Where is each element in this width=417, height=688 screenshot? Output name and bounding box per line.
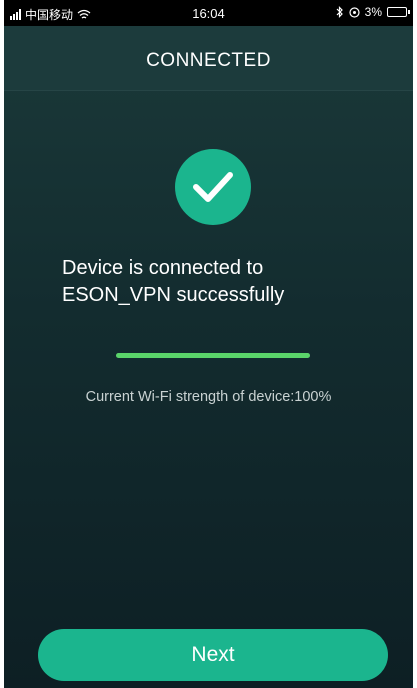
status-right: 3% — [336, 5, 410, 19]
page-title: CONNECTED — [146, 50, 271, 71]
connection-message: Device is connected to ESON_VPN successf… — [62, 255, 392, 309]
wifi-strength-text: Current Wi-Fi strength of device:100% — [85, 389, 332, 405]
bluetooth-icon — [336, 6, 343, 18]
message-line-2: ESON_VPN successfully — [62, 284, 285, 306]
status-bar: 中国移动 16:04 3% — [4, 0, 413, 26]
battery-percent: 3% — [364, 5, 382, 19]
location-icon — [349, 6, 360, 18]
signal-progress-bar — [116, 353, 310, 358]
message-line-1: Device is connected to — [62, 257, 264, 279]
signal-progress-fill — [116, 353, 310, 358]
next-button[interactable]: Next — [38, 629, 388, 681]
header: CONNECTED — [4, 26, 413, 91]
check-icon — [193, 172, 233, 202]
battery-icon — [387, 7, 410, 17]
success-badge — [175, 149, 251, 225]
phone-screen: 中国移动 16:04 3% CONNECTED Device is connec… — [4, 0, 413, 688]
